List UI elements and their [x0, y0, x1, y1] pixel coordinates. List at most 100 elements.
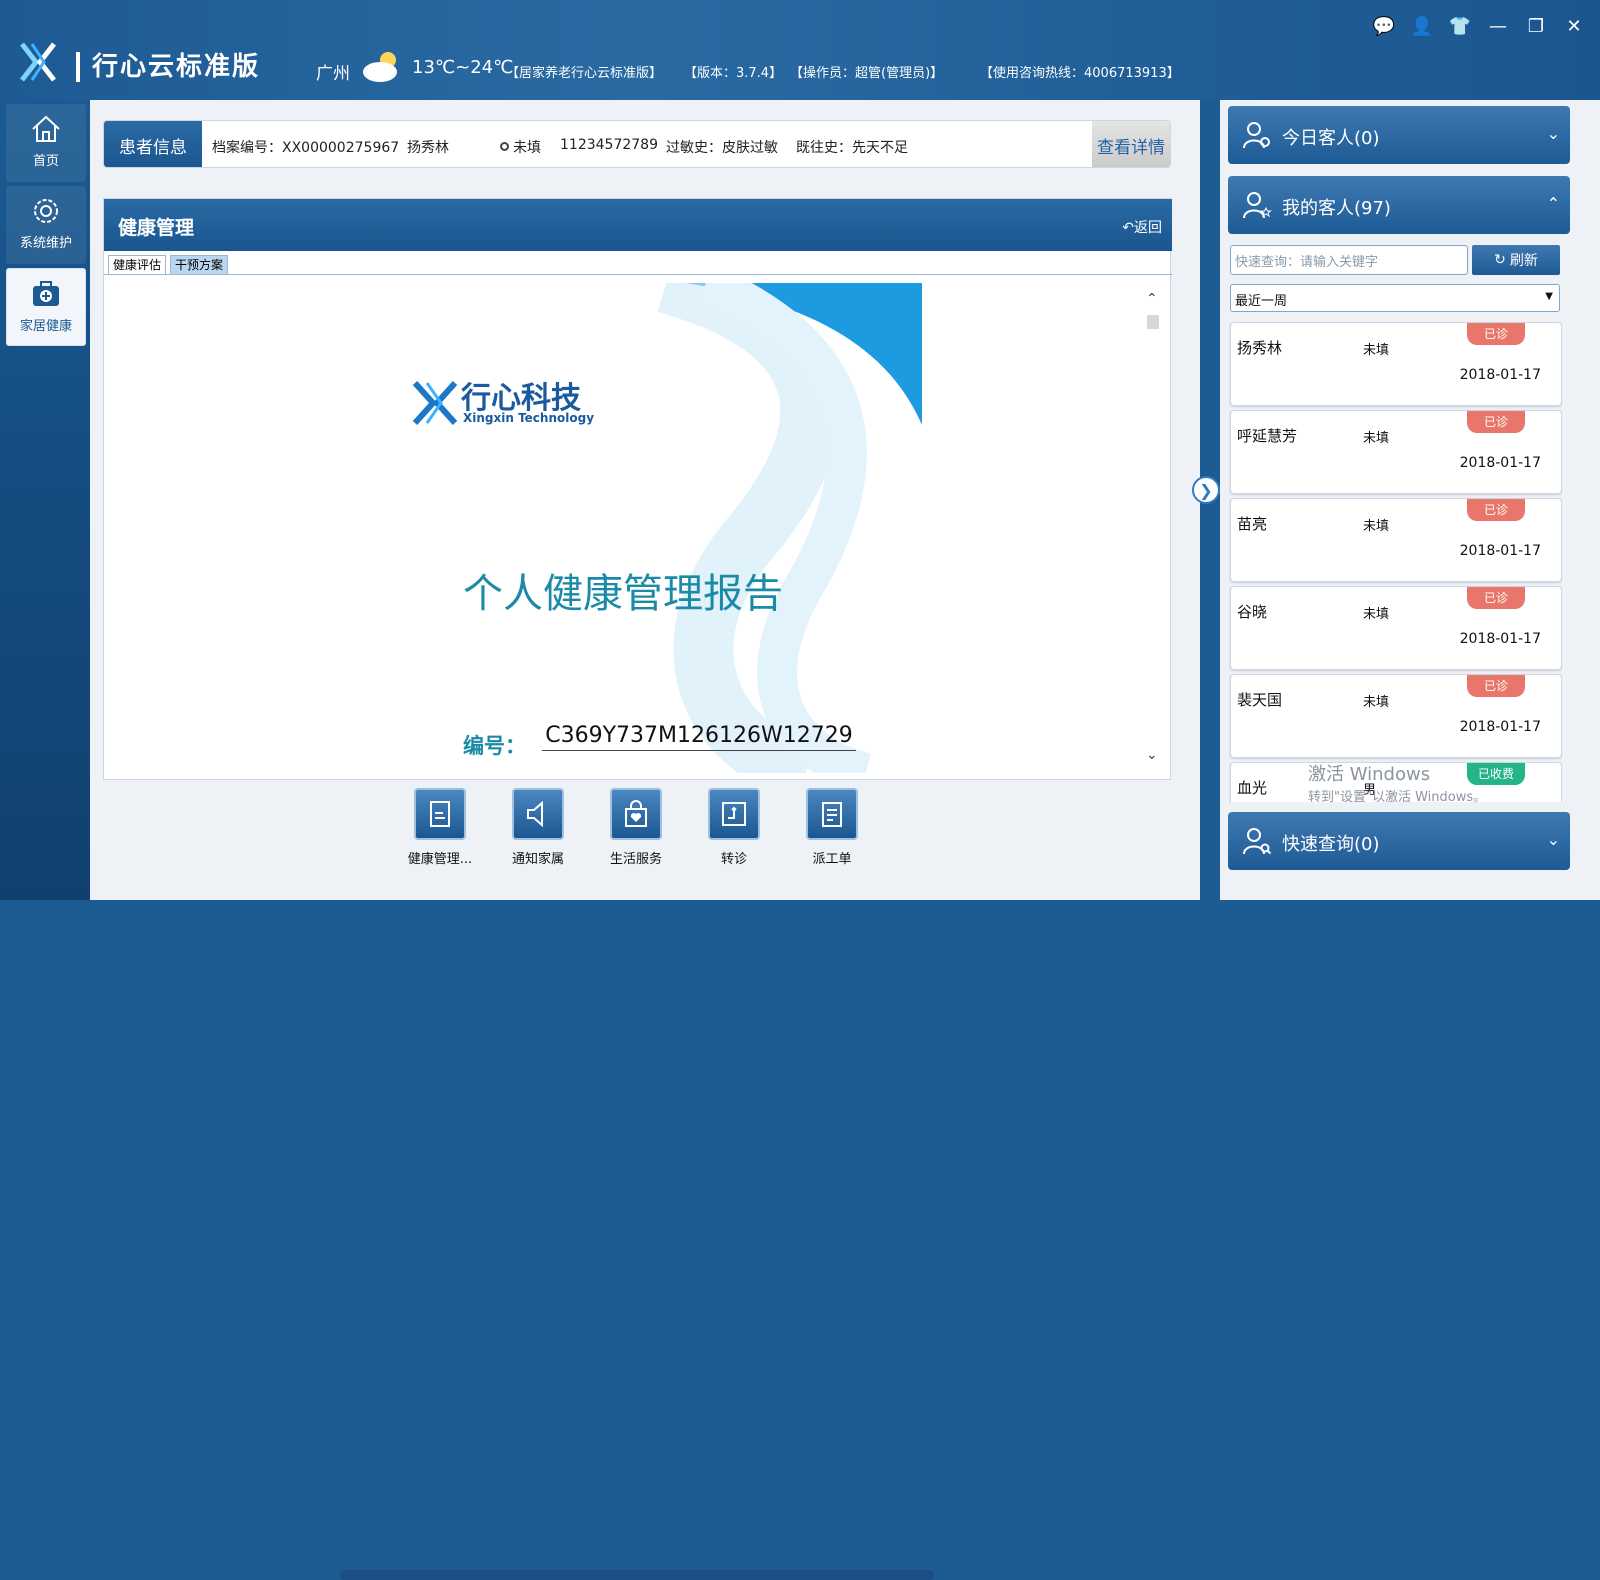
status-badge: 已诊	[1467, 499, 1525, 521]
panel-header: 健康管理 ↶返回	[104, 199, 1172, 251]
date-range-select[interactable]: 最近一周 ▼	[1230, 284, 1560, 312]
user-search-icon	[1243, 828, 1272, 855]
referral-label: 转诊	[720, 852, 747, 867]
operator-label: 【操作员：超管(管理员)】	[790, 66, 944, 81]
close-icon[interactable]: ✕	[1562, 14, 1586, 38]
gender-value: 未填	[513, 140, 541, 156]
customer-date: 2018-01-17	[1459, 631, 1541, 647]
vertical-scrollbar[interactable]: ⌃ ⌄	[1144, 283, 1162, 773]
user-add-icon	[1243, 122, 1270, 149]
brand-mark-icon	[412, 380, 458, 426]
title-separator	[76, 52, 80, 82]
nav-label-home: 首页	[32, 154, 59, 169]
quick-search-label: 快速查询(0)	[1282, 834, 1380, 855]
health-management-panel: 健康管理 ↶返回 健康评估 干预方案 行心科技 Xingxin Technolo…	[103, 198, 1172, 780]
customer-card[interactable]: 谷晓 未填 已诊 2018-01-17	[1230, 586, 1562, 670]
customer-name: 苗亮	[1237, 515, 1268, 533]
city-label: 广州	[316, 64, 350, 84]
tab-health-assessment[interactable]: 健康评估	[108, 255, 167, 275]
scroll-down-icon[interactable]: ⌄	[1146, 747, 1158, 763]
right-panel: 今日客人(0) ⌄ 我的客人(97) ⌃ 快速查询：请输入关键字 ↻ 刷新 最近一…	[1220, 100, 1600, 900]
customer-card[interactable]: 苗亮 未填 已诊 2018-01-17	[1230, 498, 1562, 582]
notify-family-label: 通知家属	[511, 852, 564, 867]
chat-icon[interactable]: 💬	[1372, 14, 1396, 38]
back-arrow-icon: ↶	[1122, 220, 1134, 236]
scroll-thumb[interactable]	[1147, 315, 1159, 329]
customer-name: 谷晓	[1237, 603, 1268, 621]
minimize-icon[interactable]: —	[1486, 14, 1510, 38]
report-title: 个人健康管理报告	[463, 571, 783, 617]
customer-search-input[interactable]: 快速查询：请输入关键字	[1230, 245, 1468, 275]
left-nav: 首页 系统维护 家居健康	[0, 100, 90, 900]
brand-en: Xingxin Technology	[463, 411, 595, 425]
date-range-value: 最近一周	[1235, 294, 1288, 309]
nav-label-system: 系统维护	[19, 236, 72, 251]
scroll-up-icon[interactable]: ⌃	[1146, 291, 1158, 307]
customer-gender: 未填	[1363, 695, 1390, 710]
user-icon[interactable]: 👤	[1410, 14, 1434, 38]
customer-date: 2018-01-17	[1459, 543, 1541, 559]
patient-info-tag: 患者信息	[104, 121, 202, 167]
referral-button[interactable]: 转诊	[694, 788, 774, 867]
customer-date: 2018-01-17	[1459, 455, 1541, 471]
work-order-icon	[822, 802, 842, 827]
horizontal-scrollbar[interactable]	[340, 1570, 934, 1580]
back-button[interactable]: ↶返回	[1122, 217, 1162, 237]
customer-name: 血光	[1237, 779, 1268, 797]
customer-card[interactable]: 扬秀林 未填 已诊 2018-01-17	[1230, 322, 1562, 406]
customer-name: 扬秀林	[1237, 339, 1283, 357]
work-order-label: 派工单	[812, 852, 852, 867]
windows-activation-hint: 转到"设置"以激活 Windows。	[1308, 790, 1487, 802]
life-service-button[interactable]: 生活服务	[596, 788, 676, 867]
past-history: 既往史：先天不足	[796, 140, 908, 156]
report-background-wave	[657, 283, 922, 773]
my-customers-header[interactable]: 我的客人(97) ⌃	[1228, 176, 1570, 234]
customer-card[interactable]: 裴天国 未填 已诊 2018-01-17	[1230, 674, 1562, 758]
status-badge: 已诊	[1467, 323, 1525, 345]
patient-phone: 11234572789	[560, 137, 658, 153]
skin-shirt-icon[interactable]: 👕	[1448, 14, 1472, 38]
customer-gender: 未填	[1363, 431, 1390, 446]
report-document: 行心科技 Xingxin Technology 个人健康管理报告 编号： C36…	[106, 283, 1146, 773]
tab-strip: 健康评估 干预方案	[108, 255, 229, 275]
chevron-up-icon: ⌃	[1546, 194, 1560, 213]
notify-family-button[interactable]: 通知家属	[498, 788, 578, 867]
customer-card[interactable]: 呼延慧芳 未填 已诊 2018-01-17	[1230, 410, 1562, 494]
clipboard-icon	[430, 801, 450, 827]
work-order-button[interactable]: 派工单	[792, 788, 872, 867]
edition-label: 【居家养老行心云标准版】	[506, 66, 663, 81]
life-service-label: 生活服务	[609, 852, 662, 867]
today-customers-header[interactable]: 今日客人(0) ⌄	[1228, 106, 1570, 164]
customer-date: 2018-01-17	[1459, 367, 1541, 383]
app-logo-icon	[20, 42, 56, 82]
dropdown-arrow-icon: ▼	[1545, 291, 1553, 302]
speaker-icon	[527, 800, 543, 828]
nav-item-home[interactable]: 首页	[6, 104, 86, 182]
status-badge: 已诊	[1467, 411, 1525, 433]
nav-item-system[interactable]: 系统维护	[6, 186, 86, 264]
refresh-icon: ↻	[1494, 252, 1506, 268]
patient-name: 扬秀林	[407, 140, 449, 156]
window-controls: 💬 👤 👕 — ❐ ✕	[1372, 14, 1586, 38]
refresh-label: 刷新	[1509, 253, 1538, 269]
view-detail-button[interactable]: 查看详情	[1092, 121, 1170, 167]
expand-panel-button[interactable]: ❯	[1192, 476, 1220, 504]
nav-item-health[interactable]: 家居健康	[6, 268, 86, 346]
my-customers-label: 我的客人(97)	[1282, 198, 1391, 219]
health-management-label: 健康管理...	[407, 852, 473, 867]
customer-gender: 未填	[1363, 343, 1390, 358]
main-area: 患者信息 档案编号：XX00000275967 扬秀林 未填 112345727…	[90, 100, 1200, 1580]
customer-name: 裴天国	[1237, 691, 1283, 709]
restore-icon[interactable]: ❐	[1524, 14, 1548, 38]
temperature-label: 13℃~24℃	[412, 57, 514, 78]
brand-logo: 行心科技 Xingxin Technology	[411, 373, 601, 433]
health-management-button[interactable]: 健康管理...	[400, 788, 480, 867]
file-number: 档案编号：XX00000275967	[212, 140, 400, 156]
customer-list: 扬秀林 未填 已诊 2018-01-17 呼延慧芳 未填 已诊 2018-01-…	[1228, 320, 1562, 802]
status-badge: 已诊	[1467, 587, 1525, 609]
hotline-label: 【使用咨询热线：4006713913】	[980, 66, 1180, 81]
refresh-button[interactable]: ↻ 刷新	[1472, 245, 1560, 275]
quick-search-header[interactable]: 快速查询(0) ⌄	[1228, 812, 1570, 870]
tab-intervention-plan[interactable]: 干预方案	[170, 255, 229, 275]
report-code-label: 编号：	[463, 734, 526, 758]
